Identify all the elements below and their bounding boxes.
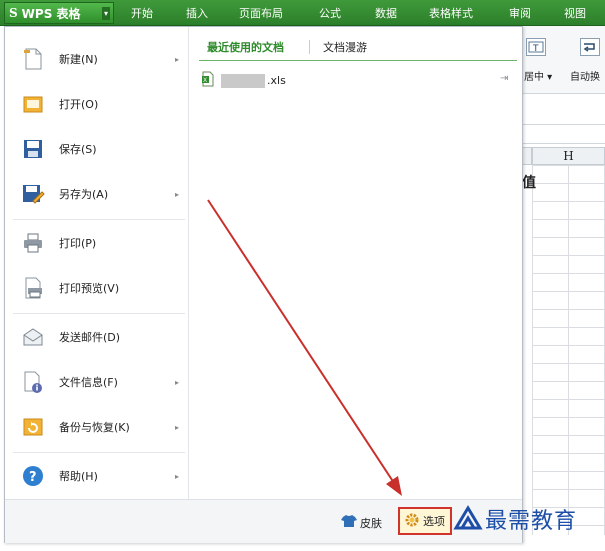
help-question-icon: ? bbox=[21, 464, 45, 488]
ribbon-toolbar: T 居中 ▾ 自动换 bbox=[522, 26, 605, 94]
merge-center-icon[interactable]: T bbox=[526, 38, 546, 56]
menu-item-save[interactable]: 保存(S) bbox=[5, 127, 189, 171]
wps-logo-icon: S bbox=[9, 6, 18, 20]
recent-file-item[interactable]: X .xls bbox=[201, 71, 286, 90]
watermark: 最需教育 bbox=[453, 500, 601, 538]
menu-item-print-preview-label: 打印预览(V) bbox=[59, 282, 120, 295]
formula-bar[interactable] bbox=[522, 124, 605, 144]
tab-divider bbox=[309, 40, 310, 54]
submenu-arrow-icon: ▸ bbox=[174, 54, 179, 64]
menu-item-save-as[interactable]: 另存为(A) ▸ bbox=[5, 172, 189, 216]
wps-app-label: WPS 表格 bbox=[21, 6, 81, 21]
merge-center-label[interactable]: 居中 ▾ bbox=[524, 68, 552, 83]
menu-divider bbox=[13, 452, 185, 453]
file-info-icon bbox=[21, 370, 45, 394]
menu-item-help[interactable]: ? 帮助(H) ▸ bbox=[5, 454, 189, 498]
print-preview-icon bbox=[21, 276, 45, 300]
menu-item-help-label: 帮助(H) bbox=[59, 470, 98, 483]
open-folder-icon bbox=[21, 92, 45, 116]
tab-page-layout[interactable]: 页面布局 bbox=[239, 5, 283, 21]
wps-app-menu-button[interactable]: S WPS 表格 ▾ bbox=[4, 2, 114, 24]
watermark-logo-icon bbox=[453, 504, 483, 534]
auto-wrap-icon[interactable] bbox=[580, 38, 600, 56]
file-menu-panel: 新建(N) ▸ 打开(O) 保存(S) 另存为(A) ▸ 打印(P) 打印预览(… bbox=[4, 26, 523, 543]
excel-file-icon: X bbox=[201, 71, 215, 90]
tab-home[interactable]: 开始 bbox=[131, 5, 153, 21]
menu-item-backup-restore[interactable]: 备份与恢复(K) ▸ bbox=[5, 405, 189, 449]
menu-bottom-bar: 皮肤 选项 bbox=[5, 499, 522, 543]
menu-item-print-label: 打印(P) bbox=[59, 237, 97, 250]
auto-wrap-label[interactable]: 自动换 bbox=[570, 68, 600, 83]
blurred-filename bbox=[221, 73, 265, 88]
menu-item-save-as-label: 另存为(A) bbox=[59, 188, 109, 201]
column-header-g[interactable] bbox=[522, 147, 532, 165]
tab-data[interactable]: 数据 bbox=[375, 5, 397, 21]
column-header-h[interactable]: H bbox=[532, 147, 605, 165]
svg-text:X: X bbox=[203, 77, 207, 84]
menu-item-print-preview[interactable]: 打印预览(V) bbox=[5, 266, 189, 310]
tab-table-style[interactable]: 表格样式 bbox=[429, 5, 473, 21]
options-button[interactable]: 选项 bbox=[398, 507, 452, 535]
menu-item-print[interactable]: 打印(P) bbox=[5, 221, 189, 265]
menu-item-file-info[interactable]: 文件信息(F) ▸ bbox=[5, 360, 189, 404]
submenu-arrow-icon: ▸ bbox=[174, 422, 179, 432]
options-label: 选项 bbox=[423, 515, 445, 528]
svg-text:T: T bbox=[532, 44, 539, 54]
submenu-arrow-icon: ▸ bbox=[174, 189, 179, 199]
menu-divider bbox=[13, 313, 185, 314]
menu-item-file-info-label: 文件信息(F) bbox=[59, 376, 118, 389]
printer-icon bbox=[21, 231, 45, 255]
watermark-text: 最需教育 bbox=[485, 509, 578, 534]
recent-file-extension: .xls bbox=[267, 74, 286, 87]
cell-grid[interactable] bbox=[532, 165, 605, 535]
menu-item-new[interactable]: 新建(N) ▸ bbox=[5, 37, 189, 81]
tshirt-icon bbox=[341, 514, 357, 531]
menu-item-backup-restore-label: 备份与恢复(K) bbox=[59, 421, 130, 434]
submenu-arrow-icon: ▸ bbox=[174, 377, 179, 387]
svg-text:?: ? bbox=[29, 470, 37, 485]
menu-item-open-label: 打开(O) bbox=[59, 98, 99, 111]
tab-insert[interactable]: 插入 bbox=[186, 5, 208, 21]
tab-document-roaming[interactable]: 文档漫游 bbox=[323, 39, 367, 55]
cell-value: 值 bbox=[522, 175, 536, 191]
tab-review[interactable]: 审阅 bbox=[509, 5, 531, 21]
tab-recent-documents[interactable]: 最近使用的文档 bbox=[207, 39, 284, 55]
tab-view[interactable]: 视图 bbox=[564, 5, 586, 21]
document-tabs: 最近使用的文档 文档漫游 bbox=[199, 37, 517, 61]
save-as-icon bbox=[21, 182, 45, 206]
backup-restore-icon bbox=[21, 415, 45, 439]
gear-icon bbox=[404, 512, 420, 531]
submenu-arrow-icon: ▸ bbox=[174, 471, 179, 481]
menu-bar: S WPS 表格 ▾ 开始 插入 页面布局 公式 数据 表格样式 审阅 视图 bbox=[0, 0, 605, 26]
menu-item-save-label: 保存(S) bbox=[59, 143, 97, 156]
save-disk-icon bbox=[21, 137, 45, 161]
menu-item-new-label: 新建(N) bbox=[59, 53, 98, 66]
pin-icon[interactable]: ⇥ bbox=[500, 73, 508, 84]
menu-item-send-mail-label: 发送邮件(D) bbox=[59, 331, 121, 344]
menu-item-send-mail[interactable]: 发送邮件(D) bbox=[5, 315, 189, 359]
tab-formulas[interactable]: 公式 bbox=[319, 5, 341, 21]
new-document-icon bbox=[21, 47, 45, 71]
menu-item-open[interactable]: 打开(O) bbox=[5, 82, 189, 126]
menu-divider bbox=[13, 219, 185, 220]
skin-button[interactable]: 皮肤 bbox=[341, 514, 382, 531]
file-menu-list: 新建(N) ▸ 打开(O) 保存(S) 另存为(A) ▸ 打印(P) 打印预览(… bbox=[5, 27, 189, 499]
dropdown-arrow-icon: ▾ bbox=[101, 6, 110, 20]
mail-envelope-icon bbox=[21, 325, 45, 349]
skin-label: 皮肤 bbox=[360, 516, 382, 530]
